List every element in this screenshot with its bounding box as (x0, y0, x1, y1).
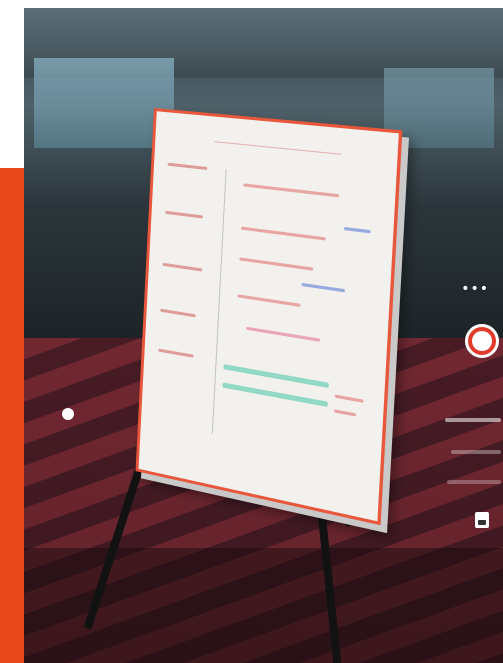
option-label[interactable] (451, 450, 501, 454)
option-label[interactable] (445, 418, 501, 422)
camera-viewfinder[interactable]: ••• (24, 8, 503, 663)
shutter-button[interactable] (465, 324, 499, 358)
whiteboard-scribble (246, 326, 321, 342)
whiteboard-scribble (223, 364, 329, 389)
whiteboard-scribble (162, 262, 203, 272)
whiteboard-scribble (343, 226, 371, 234)
whiteboard-scribble (165, 210, 203, 219)
whiteboard-scribble (333, 409, 357, 417)
whiteboard (135, 108, 403, 526)
whiteboard-scribble (239, 257, 314, 271)
option-label[interactable] (447, 480, 501, 484)
whiteboard-heading-scribble (214, 126, 343, 155)
shutter-icon (472, 331, 492, 351)
whiteboard-scribble (167, 162, 208, 171)
whiteboard-scribble (160, 308, 196, 318)
whiteboard-scribble (158, 348, 194, 358)
whiteboard-scribble (243, 183, 340, 198)
more-horizontal-icon[interactable]: ••• (461, 282, 489, 296)
whiteboard-scribble (301, 282, 346, 293)
camera-screen: ••• (0, 0, 503, 663)
whiteboard-scribble (237, 294, 301, 307)
whiteboard-divider (211, 168, 227, 434)
whiteboard-scribble (334, 394, 364, 403)
whiteboard-scribble (222, 382, 328, 408)
whiteboard-scribble (240, 226, 326, 241)
save-icon[interactable] (475, 512, 489, 528)
dot-icon[interactable] (62, 408, 74, 420)
accent-strip (0, 168, 24, 663)
